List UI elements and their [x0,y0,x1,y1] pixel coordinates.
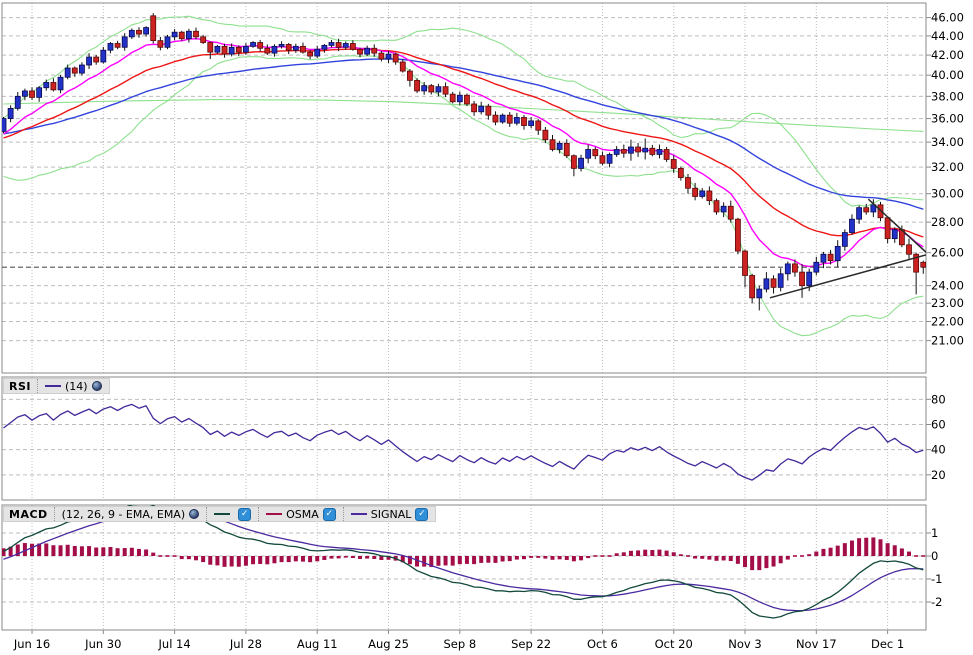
svg-text:46.00: 46.00 [931,11,964,25]
macd-visibility-check-icon[interactable]: ✓ [238,507,252,521]
svg-text:Oct 20: Oct 20 [655,637,693,651]
macd-legend-item-signal: SIGNAL ✓ [342,507,436,521]
svg-text:22.00: 22.00 [931,314,964,328]
svg-text:28.00: 28.00 [931,215,964,229]
svg-text:80: 80 [931,392,946,406]
macd-settings-chip[interactable]: (12, 26, 9 - EMA, EMA) [53,507,206,521]
svg-text:21.00: 21.00 [931,334,964,348]
svg-text:Aug 25: Aug 25 [368,637,409,651]
svg-text:40: 40 [931,443,946,457]
svg-text:Jun 30: Jun 30 [84,637,121,651]
svg-text:Aug 11: Aug 11 [297,637,338,651]
macd-panel[interactable] [1,504,927,631]
trendlines[interactable] [769,198,928,299]
trading-chart: 46.00 44.00 42.00 40.00 38.00 36.00 34.00 32.00… [0,0,973,655]
price-panel[interactable] [1,2,927,374]
rsi-title: RSI [9,379,31,393]
macd-legend-item-osma: OSMA ✓ [258,507,343,521]
rsi-panel[interactable] [1,376,927,501]
panel-borders [1,2,927,631]
macd-panel-header: MACD (12, 26, 9 - EMA, EMA) ✓ OSMA ✓ SIG… [3,506,437,522]
date-axis: Jun 16 Jun 30 Jul 14 Jul 28 Aug 11 Aug 25 Sep … [13,630,904,651]
osma-visibility-check-icon[interactable]: ✓ [322,507,336,521]
svg-text:34.00: 34.00 [931,135,964,149]
macd-settings-icon[interactable] [189,509,200,519]
svg-text:32.00: 32.00 [931,160,964,174]
svg-text:40.00: 40.00 [931,68,964,82]
svg-text:20: 20 [931,468,946,482]
macd-title: MACD [9,507,48,521]
signal-line-sample-icon [350,513,367,515]
candlesticks[interactable] [1,13,926,311]
signal-legend-label: SIGNAL [370,507,412,521]
osma-legend-label: OSMA [286,507,319,521]
svg-text:Oct 6: Oct 6 [587,637,618,651]
svg-text:Sep 22: Sep 22 [511,637,551,651]
svg-text:Sep 8: Sep 8 [443,637,476,651]
svg-text:Dec 1: Dec 1 [871,637,904,651]
rsi-params: (14) [65,379,88,393]
rsi-line-sample-icon [45,385,61,387]
grid-lines: 46.00 44.00 42.00 40.00 38.00 36.00 34.00 32.00… [2,3,964,630]
rsi-series [3,403,924,481]
svg-text:Jul 14: Jul 14 [158,637,191,651]
rsi-settings-chip[interactable]: (14) [37,379,109,393]
macd-legend-item-macd: ✓ [206,507,258,521]
svg-text:44.00: 44.00 [931,29,964,43]
svg-text:24.00: 24.00 [931,279,964,293]
svg-text:-1: -1 [931,572,942,586]
svg-text:38.00: 38.00 [931,89,964,103]
rsi-settings-icon[interactable] [91,381,102,391]
chart-canvas[interactable]: 46.00 44.00 42.00 40.00 38.00 36.00 34.00 32.00… [0,0,973,655]
svg-text:23.00: 23.00 [931,296,964,310]
svg-text:-2: -2 [931,595,942,609]
svg-text:1: 1 [931,526,938,540]
svg-text:Jul 28: Jul 28 [229,637,262,651]
macd-params: (12, 26, 9 - EMA, EMA) [61,507,186,521]
svg-text:Jun 16: Jun 16 [13,637,50,651]
signal-visibility-check-icon[interactable]: ✓ [415,507,429,521]
macd-line-sample-icon [214,513,231,515]
svg-text:42.00: 42.00 [931,48,964,62]
osma-line-sample-icon [266,513,283,515]
svg-text:0: 0 [931,549,938,563]
svg-text:60: 60 [931,417,946,431]
price-series [2,15,926,337]
rsi-panel-header: RSI (14) [3,378,110,394]
svg-text:36.00: 36.00 [931,112,964,126]
svg-text:30.00: 30.00 [931,187,964,201]
svg-text:Nov 17: Nov 17 [796,637,837,651]
svg-text:26.00: 26.00 [931,246,964,260]
svg-text:Nov 3: Nov 3 [728,637,761,651]
